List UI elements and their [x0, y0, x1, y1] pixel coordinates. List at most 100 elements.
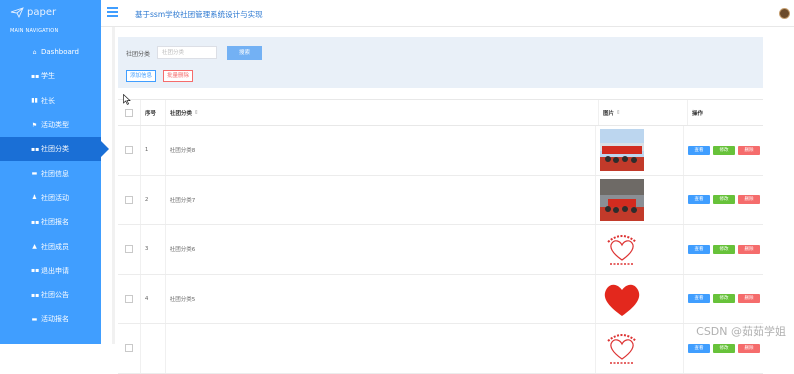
search-panel: 社团分类 社团分类 搜索 添加信息 批量删除 — [118, 37, 763, 88]
edit-button[interactable]: 修改 — [713, 343, 735, 353]
sidebar-item-label: 社团成员 — [41, 242, 69, 251]
sidebar-item-label: Dashboard — [41, 48, 79, 57]
sidebar-item-label: 活动报名 — [41, 315, 69, 324]
row-category: 社团分类7 — [164, 175, 596, 224]
header-actions: 操作 — [692, 110, 704, 117]
delete-button[interactable]: 删除 — [738, 145, 760, 155]
avatar[interactable] — [779, 8, 790, 19]
row-image[interactable] — [596, 225, 684, 274]
row-image[interactable] — [596, 274, 684, 323]
sidebar: paper MAIN NAVIGATION ⌂ Dashboard ▪▪ 学生 ▮▮ 社长… — [0, 0, 109, 344]
sidebar-item-5[interactable]: ▬ 社团信息 — [0, 161, 101, 185]
view-button[interactable]: 查看 — [688, 195, 710, 205]
row-checkbox[interactable] — [124, 146, 133, 155]
sidebar-item-label: 退出申请 — [41, 266, 69, 275]
sidebar-item-10[interactable]: ▪▪ 社团公告 — [0, 283, 101, 307]
search-input[interactable]: 社团分类 — [157, 46, 217, 59]
search-button[interactable]: 搜索 — [227, 46, 262, 60]
row-image[interactable] — [596, 324, 684, 373]
sidebar-item-6[interactable]: ♟ 社团活动 — [0, 186, 101, 210]
row-category: 社团分类6 — [164, 225, 596, 274]
sidebar-item-label: 社团分类 — [41, 145, 69, 154]
row-category — [164, 324, 596, 373]
sidebar-item-0[interactable]: ⌂ Dashboard — [0, 40, 101, 64]
table-row[interactable]: 3 社团分类6 查看 修改 删除 — [118, 225, 763, 275]
card-icon: ▬ — [31, 315, 38, 323]
sidebar-item-9[interactable]: ▪▪ 退出申请 — [0, 259, 101, 283]
mouse-cursor-icon — [123, 94, 131, 105]
row-checkbox[interactable] — [124, 294, 133, 303]
header-image[interactable]: 图片 ⇕ — [599, 100, 688, 125]
edit-button[interactable]: 修改 — [713, 195, 735, 205]
sidebar-item-label: 活动类型 — [41, 121, 69, 130]
select-all-checkbox[interactable] — [125, 108, 133, 117]
table-row[interactable]: 2 社团分类7 查看 修改 删除 — [118, 175, 763, 225]
table-header: 序号 社团分类 ⇕ 图片 ⇕ 操作 — [118, 100, 763, 126]
table-row[interactable]: 查看 修改 删除 — [118, 324, 763, 374]
sort-icon[interactable]: ⇕ — [616, 110, 621, 116]
sidebar-item-label: 社团报名 — [41, 218, 69, 227]
row-no: 2 — [144, 196, 149, 203]
row-actions: 查看 修改 删除 — [684, 343, 763, 353]
edit-button[interactable]: 修改 — [713, 244, 735, 254]
header-no: 序号 — [145, 110, 157, 117]
sidebar-item-7[interactable]: ▪▪ 社团报名 — [0, 210, 101, 234]
row-actions: 查看 修改 删除 — [684, 145, 763, 155]
folder-icon: ▬ — [31, 170, 38, 178]
watermark: CSDN @茹茹学姐 — [696, 325, 786, 338]
table-row[interactable]: 4 社团分类5 查看 修改 删除 — [118, 274, 763, 324]
hamburger-menu-icon[interactable] — [107, 7, 118, 19]
logo[interactable]: paper — [0, 0, 101, 24]
view-button[interactable]: 查看 — [688, 343, 710, 353]
add-button[interactable]: 添加信息 — [126, 70, 157, 82]
sidebar-item-1[interactable]: ▪▪ 学生 — [0, 64, 101, 88]
row-checkbox[interactable] — [124, 245, 133, 254]
sidebar-item-4[interactable]: ▪▪ 社团分类 — [0, 137, 109, 162]
top-bar: 基于ssm学校社团管理系统设计与实现 — [101, 0, 794, 27]
delete-button[interactable]: 删除 — [738, 343, 760, 353]
table-row[interactable]: 1 社团分类8 查看 修改 删除 — [118, 126, 763, 176]
category-table: 序号 社团分类 ⇕ 图片 ⇕ 操作 1 社团分类8 查看 修改 删除 2 社团分类7 — [118, 99, 763, 374]
bar-chart-icon: ▮▮ — [31, 97, 38, 105]
paper-plane-icon — [10, 6, 24, 18]
view-button[interactable]: 查看 — [688, 244, 710, 254]
main-nav-label: MAIN NAVIGATION — [10, 28, 59, 34]
sidebar-item-2[interactable]: ▮▮ 社长 — [0, 89, 101, 113]
app-title: 基于ssm学校社团管理系统设计与实现 — [135, 10, 263, 19]
sidebar-item-label: 学生 — [41, 72, 55, 81]
row-category: 社团分类5 — [164, 274, 596, 323]
grid-icon: ▪▪ — [31, 267, 40, 275]
row-actions: 查看 修改 删除 — [684, 244, 763, 254]
delete-button[interactable]: 删除 — [738, 244, 760, 254]
sidebar-item-11[interactable]: ▬ 活动报名 — [0, 307, 101, 331]
sidebar-item-label: 社团信息 — [41, 169, 69, 178]
sidebar-item-label: 社团公告 — [41, 291, 69, 300]
sidebar-item-label: 社团活动 — [41, 193, 69, 202]
row-no: 4 — [144, 295, 149, 302]
batch-delete-button[interactable]: 批量删除 — [163, 70, 194, 82]
grid-icon: ▪▪ — [31, 218, 40, 226]
sidebar-item-8[interactable]: ▲ 社团成员 — [0, 234, 101, 258]
view-button[interactable]: 查看 — [688, 145, 710, 155]
user-icon: ♟ — [31, 194, 38, 202]
row-image[interactable] — [596, 126, 684, 175]
delete-button[interactable]: 删除 — [738, 195, 760, 205]
edit-button[interactable]: 修改 — [713, 145, 735, 155]
table-body: 1 社团分类8 查看 修改 删除 2 社团分类7 查看 修改 删除 3 社团分类… — [118, 126, 763, 374]
sort-icon[interactable]: ⇕ — [194, 110, 199, 116]
delete-button[interactable]: 删除 — [738, 294, 760, 304]
row-category: 社团分类8 — [164, 126, 596, 175]
row-checkbox[interactable] — [124, 344, 133, 353]
sidebar-item-3[interactable]: ⚑ 活动类型 — [0, 113, 101, 137]
view-button[interactable]: 查看 — [688, 294, 710, 304]
lock-icon: ▲ — [32, 243, 37, 251]
edit-button[interactable]: 修改 — [713, 294, 735, 304]
row-image[interactable] — [596, 175, 684, 224]
header-category[interactable]: 社团分类 ⇕ — [165, 100, 599, 125]
flag-icon: ⚑ — [31, 121, 38, 129]
sidebar-scrollbar[interactable] — [112, 26, 115, 344]
logo-text: paper — [27, 6, 57, 18]
row-checkbox[interactable] — [124, 195, 133, 204]
row-no: 1 — [144, 147, 149, 154]
grid-icon: ▪▪ — [31, 72, 40, 80]
